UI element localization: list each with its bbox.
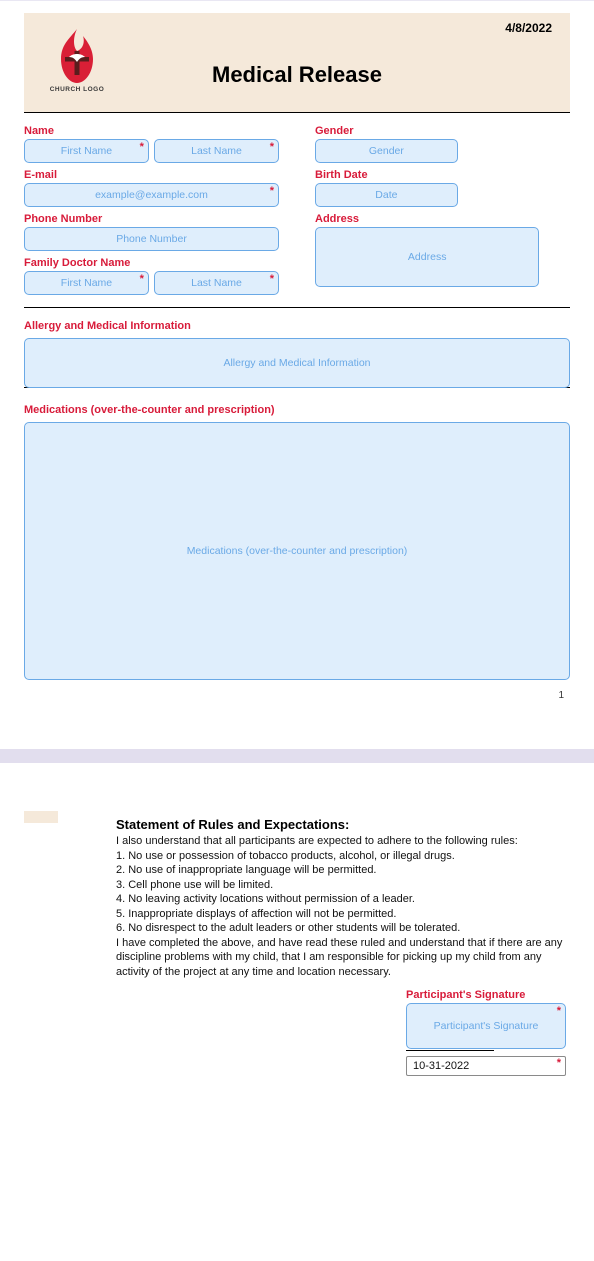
page-2: Statement of Rules and Expectations: I a… [0, 791, 594, 1106]
medications-placeholder: Medications (over-the-counter and prescr… [187, 545, 408, 557]
logo-text: CHURCH LOGO [40, 87, 114, 94]
divider [24, 307, 570, 308]
required-asterisk: * [270, 273, 274, 285]
rule-3: 3. Cell phone use will be limited. [116, 878, 566, 893]
rule-2: 2. No use of inappropriate language will… [116, 863, 566, 878]
gender-input[interactable]: Gender [315, 139, 458, 163]
first-name-placeholder: First Name [61, 145, 112, 157]
signature-date-value: 10-31-2022 [413, 1060, 469, 1072]
banner-stub [24, 811, 58, 823]
flame-dove-cross-icon [51, 27, 103, 85]
medications-input[interactable]: Medications (over-the-counter and prescr… [24, 422, 570, 680]
allergy-placeholder: Allergy and Medical Information [223, 357, 370, 369]
rules-intro: I also understand that all participants … [116, 834, 566, 849]
required-asterisk: * [140, 273, 144, 285]
email-input[interactable]: example@example.com * [24, 183, 279, 207]
birthdate-field: Birth Date Date [315, 169, 570, 207]
gender-field: Gender Gender [315, 125, 570, 163]
phone-placeholder: Phone Number [116, 233, 187, 245]
form-columns: Name First Name * Last Name * E-mail exa… [24, 113, 570, 301]
last-name-input[interactable]: Last Name * [154, 139, 279, 163]
allergy-input[interactable]: Allergy and Medical Information [24, 338, 570, 388]
phone-input[interactable]: Phone Number [24, 227, 279, 251]
email-field: E-mail example@example.com * [24, 169, 279, 207]
doctor-last-input[interactable]: Last Name * [154, 271, 279, 295]
address-field: Address Address [315, 213, 570, 287]
page-gap-bottom [0, 763, 594, 791]
doctor-first-placeholder: First Name [61, 277, 112, 289]
medications-label: Medications (over-the-counter and prescr… [24, 404, 570, 416]
rule-6: 6. No disrespect to the adult leaders or… [116, 921, 566, 936]
doctor-field: Family Doctor Name First Name * Last Nam… [24, 257, 279, 295]
birthdate-placeholder: Date [375, 189, 397, 201]
right-column: Gender Gender Birth Date Date Address Ad… [315, 125, 570, 301]
gender-placeholder: Gender [369, 145, 404, 157]
required-asterisk: * [270, 141, 274, 153]
page-gap-top [0, 721, 594, 749]
email-placeholder: example@example.com [95, 189, 208, 201]
address-input[interactable]: Address [315, 227, 539, 287]
page-separator-band [0, 749, 594, 763]
allergy-label: Allergy and Medical Information [24, 320, 570, 332]
signature-label: Participant's Signature [406, 989, 566, 1001]
signature-placeholder: Participant's Signature [434, 1020, 539, 1032]
name-label: Name [24, 125, 279, 137]
signature-underline [406, 1050, 494, 1051]
page-1: 4/8/2022 CHURCH LOGO Medical Release Nam… [0, 0, 594, 721]
doctor-last-placeholder: Last Name [191, 277, 242, 289]
left-column: Name First Name * Last Name * E-mail exa… [24, 125, 279, 301]
rule-5: 5. Inappropriate displays of affection w… [116, 907, 566, 922]
last-name-placeholder: Last Name [191, 145, 242, 157]
name-field: Name First Name * Last Name * [24, 125, 279, 163]
rules-block: Statement of Rules and Expectations: I a… [116, 801, 566, 1076]
required-asterisk: * [557, 1057, 561, 1069]
page-title: Medical Release [40, 62, 554, 94]
address-label: Address [315, 213, 570, 225]
birthdate-input[interactable]: Date [315, 183, 458, 207]
address-placeholder: Address [408, 251, 447, 263]
header-date: 4/8/2022 [505, 21, 552, 35]
required-asterisk: * [140, 141, 144, 153]
rule-1: 1. No use or possession of tobacco produ… [116, 849, 566, 864]
rules-text: I also understand that all participants … [116, 834, 566, 979]
header-banner: 4/8/2022 CHURCH LOGO Medical Release [24, 13, 570, 113]
rules-heading: Statement of Rules and Expectations: [116, 817, 566, 832]
required-asterisk: * [270, 185, 274, 197]
rule-4: 4. No leaving activity locations without… [116, 892, 566, 907]
first-name-input[interactable]: First Name * [24, 139, 149, 163]
rules-outro: I have completed the above, and have rea… [116, 936, 566, 980]
phone-label: Phone Number [24, 213, 279, 225]
gender-label: Gender [315, 125, 570, 137]
page-number: 1 [24, 686, 570, 701]
allergy-field: Allergy and Medical Information Allergy … [24, 320, 570, 388]
medications-field: Medications (over-the-counter and prescr… [24, 404, 570, 680]
required-asterisk: * [557, 1005, 561, 1017]
church-logo: CHURCH LOGO [40, 27, 114, 94]
doctor-first-input[interactable]: First Name * [24, 271, 149, 295]
signature-input[interactable]: Participant's Signature * [406, 1003, 566, 1049]
doctor-label: Family Doctor Name [24, 257, 279, 269]
signature-area: Participant's Signature Participant's Si… [116, 989, 566, 1076]
signature-date-input[interactable]: 10-31-2022 * [406, 1056, 566, 1076]
birthdate-label: Birth Date [315, 169, 570, 181]
email-label: E-mail [24, 169, 279, 181]
phone-field: Phone Number Phone Number [24, 213, 279, 251]
